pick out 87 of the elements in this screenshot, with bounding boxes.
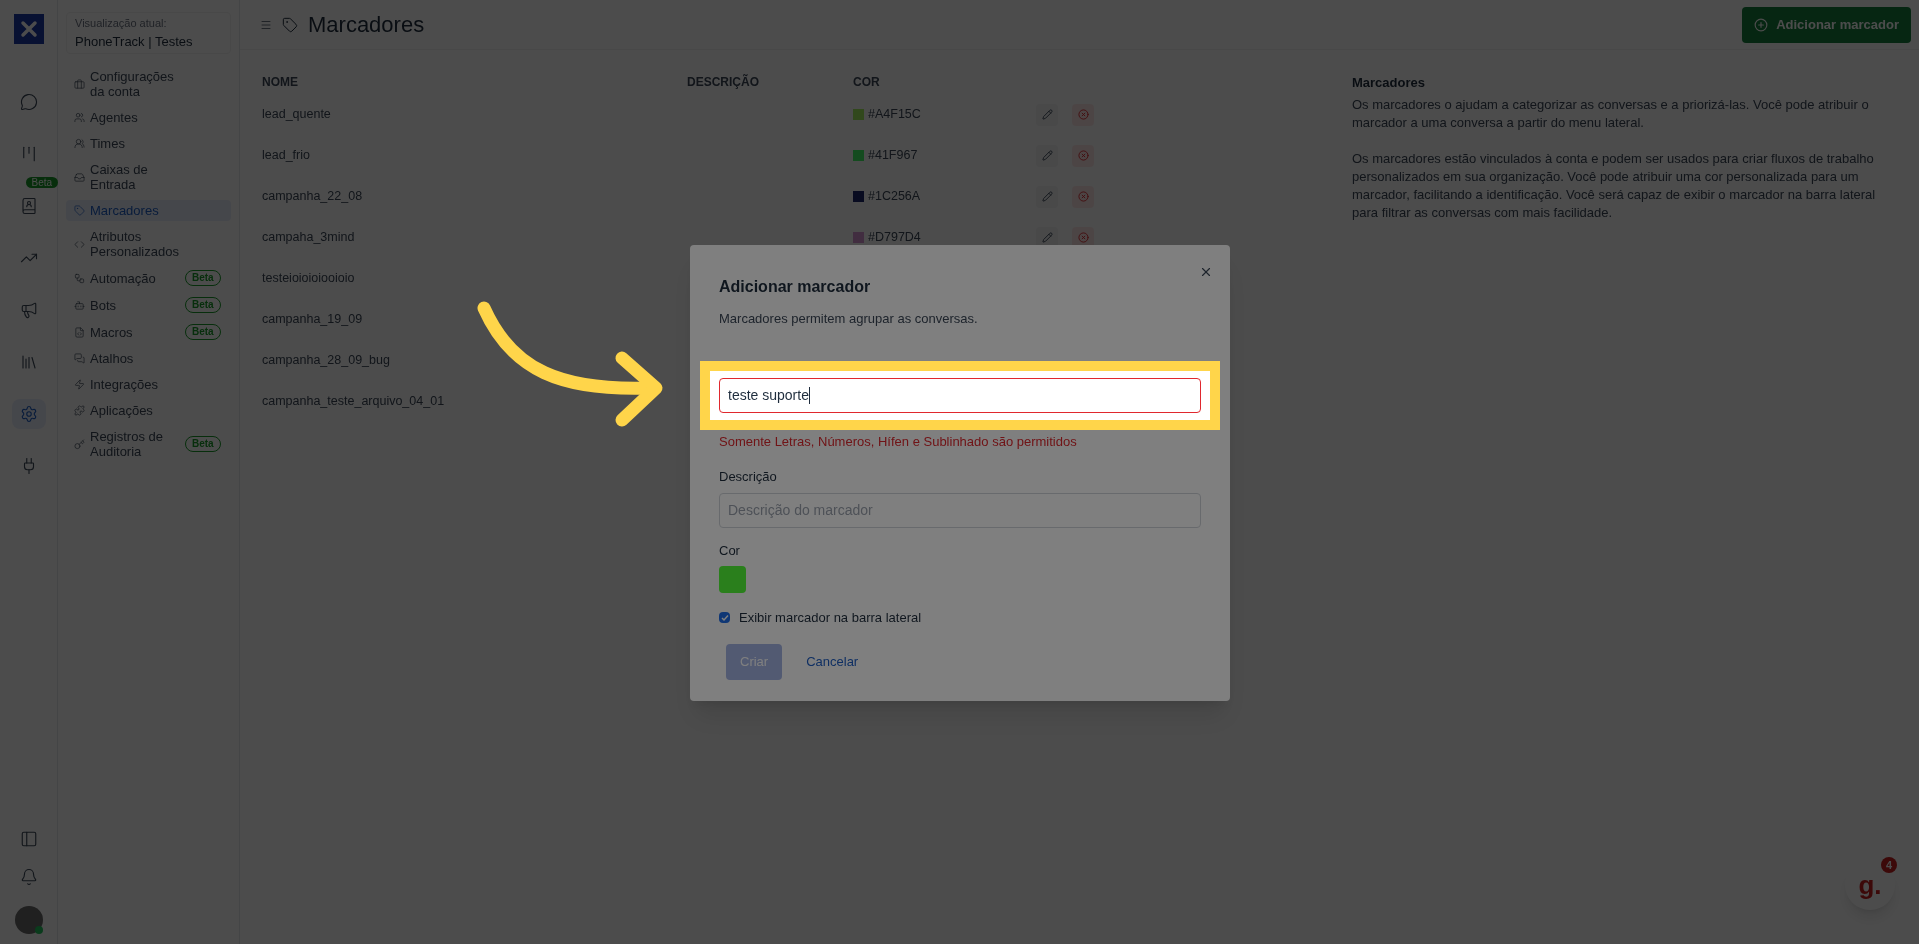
megaphone-icon [19, 301, 38, 319]
account-name: PhoneTrack | Testes [75, 32, 194, 51]
rail-item[interactable] [11, 399, 46, 429]
sidebar-item[interactable]: Automação Beta [66, 267, 231, 289]
table-cell-text: #41F967 [868, 147, 919, 165]
bot-icon [74, 299, 85, 311]
pencil-icon [1041, 109, 1053, 120]
logo-icon [13, 14, 44, 44]
help-widget[interactable]: g. 4 [1845, 860, 1895, 910]
file-icon [74, 326, 85, 338]
library-icon [19, 353, 38, 371]
close-circle-icon [1077, 191, 1089, 202]
sidebar-item[interactable]: Atalhos [66, 348, 231, 369]
notification-badge: 4 [1880, 857, 1897, 873]
settings-icon [19, 405, 38, 423]
close-circle-icon [1077, 109, 1089, 120]
table-cell-text: #A4F15C [868, 106, 922, 124]
sidebar-item[interactable]: Configurações da conta [66, 66, 231, 102]
delete-button[interactable] [1072, 185, 1094, 208]
inbox-icon [74, 171, 85, 183]
table-cell: lead_quente [262, 107, 331, 122]
info-paragraph: Os marcadores estão vinculados à conta e podem ser usados para criar fluxos de trabalho personalizados em sua organização. Você pode atribuir uma cor personalizada para um marcador, facilitando a identificação. Você será capaz de exibir o marcador na barra lateral para filtrar as conversas com mais facilidade. [1352, 150, 1877, 222]
briefcase-icon [74, 78, 85, 90]
table-cell: campaha_3mind [262, 230, 355, 245]
table-cell: testeioioioiooioio [262, 271, 355, 286]
chat-bubbles-icon [74, 353, 85, 364]
error-message: Somente Letras, Números, Hífen e Sublinhado são permitidos [719, 432, 1078, 451]
table-cell-text: #1C256A [868, 188, 922, 206]
beta-badge: Beta [25, 177, 59, 188]
bell-icon[interactable] [19, 868, 38, 886]
delete-button[interactable] [1072, 144, 1094, 167]
cancel-link[interactable]: Cancelar [806, 651, 859, 672]
widget-logo: g. [1858, 868, 1882, 902]
sidebar-item[interactable]: Macros Beta [66, 321, 231, 343]
name-input[interactable]: teste suporte [719, 377, 1201, 413]
contacts-icon [19, 197, 38, 215]
checkbox[interactable] [719, 612, 730, 624]
group-icon [74, 138, 85, 149]
modal-subtitle: Marcadores permitem agrupar as conversas. [719, 310, 979, 328]
field-label: Cor [719, 541, 741, 560]
pencil-icon [1041, 232, 1053, 243]
column-header: COR [853, 74, 880, 91]
sidebar-item[interactable]: Caixas de Entrada [66, 159, 231, 195]
sidebar-item[interactable]: Integrações [66, 374, 231, 395]
field-label: Descrição [719, 468, 778, 486]
plus-circle-icon [1754, 17, 1769, 32]
sidebar-item[interactable]: Bots Beta [66, 294, 231, 316]
close-circle-icon [1077, 232, 1089, 243]
tag-icon [282, 16, 298, 33]
table-cell: lead_frio [262, 148, 310, 163]
sidebar-item[interactable]: Times [66, 133, 231, 154]
tag-icon [74, 205, 85, 216]
sidebar-item[interactable]: Agentes [66, 107, 231, 128]
sidebar-item[interactable]: Atributos Personalizados [66, 226, 231, 262]
close-circle-icon [1077, 150, 1089, 161]
sidebar-item[interactable]: Marcadores [66, 200, 231, 221]
code-icon [74, 238, 85, 250]
checkbox-label: Exibir marcador na barra lateral [739, 609, 922, 627]
puzzle-icon [74, 405, 85, 416]
pencil-icon [1041, 191, 1053, 202]
table-cell: campanha_19_09 [262, 312, 363, 327]
modal-title: Adicionar marcador [719, 277, 872, 297]
avatar[interactable] [14, 906, 43, 934]
add-marker-button[interactable]: Adicionar marcador [1742, 6, 1911, 43]
column-header: DESCRIÇÃO [687, 73, 760, 91]
sidebar-item[interactable]: Registros de Auditoria Beta [66, 426, 231, 462]
beta-badge: Beta [185, 270, 221, 286]
delete-button[interactable] [1072, 103, 1094, 126]
bolt-icon [74, 379, 85, 390]
table-cell: campanha_28_09_bug [262, 353, 390, 368]
column-header: NOME [262, 74, 299, 91]
menu-icon[interactable] [260, 18, 272, 31]
pencil-icon [1041, 150, 1053, 161]
table-cell-text: #D797D4 [868, 229, 922, 247]
info-paragraph: Os marcadores o ajudam a categorizar as conversas e a priorizá-las. Você pode atribuir o marcador a uma conversa a partir do menu lateral. [1352, 96, 1870, 132]
page-title: Marcadores [308, 11, 425, 39]
key-icon [74, 438, 85, 450]
sidebar-item[interactable]: Aplicações [66, 400, 231, 421]
people-icon [74, 112, 85, 123]
table-cell: campanha_22_08 [262, 189, 363, 204]
panel-icon[interactable] [19, 830, 38, 848]
chat-icon [19, 93, 38, 111]
close-icon[interactable] [1199, 265, 1213, 279]
info-title: Marcadores [1352, 74, 1426, 92]
table-cell: campanha_teste_arquivo_04_01 [262, 394, 445, 409]
color-picker[interactable] [719, 566, 746, 593]
workflow-icon [74, 272, 85, 284]
